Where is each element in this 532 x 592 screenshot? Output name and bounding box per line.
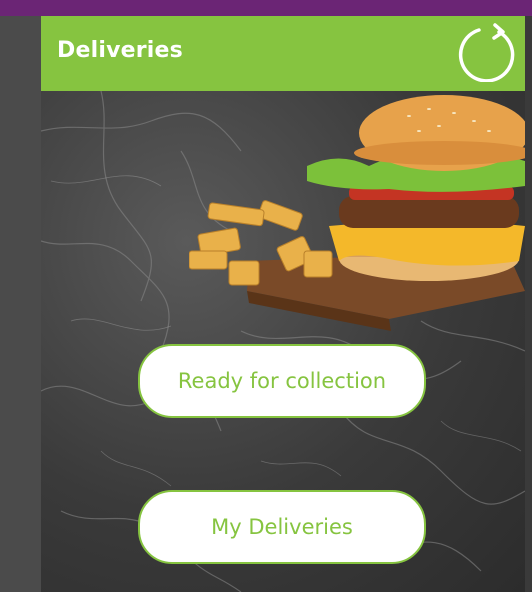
window-top-bar [0,0,532,16]
header-bar: Deliveries [41,16,525,91]
page-title: Deliveries [57,38,183,63]
my-deliveries-button[interactable]: My Deliveries [138,490,426,564]
ready-for-collection-button[interactable]: Ready for collection [138,344,426,418]
app-screen: Deliveries Ready for collection My Deliv… [41,16,525,592]
my-deliveries-label: My Deliveries [211,515,353,539]
stone-background: Ready for collection My Deliveries [41,91,525,592]
ready-for-collection-label: Ready for collection [177,369,387,393]
refresh-button[interactable] [457,22,517,83]
left-sidebar-rail [0,16,41,592]
burger-image [189,95,525,331]
refresh-icon [458,23,515,83]
right-scroll-rail [525,16,532,592]
